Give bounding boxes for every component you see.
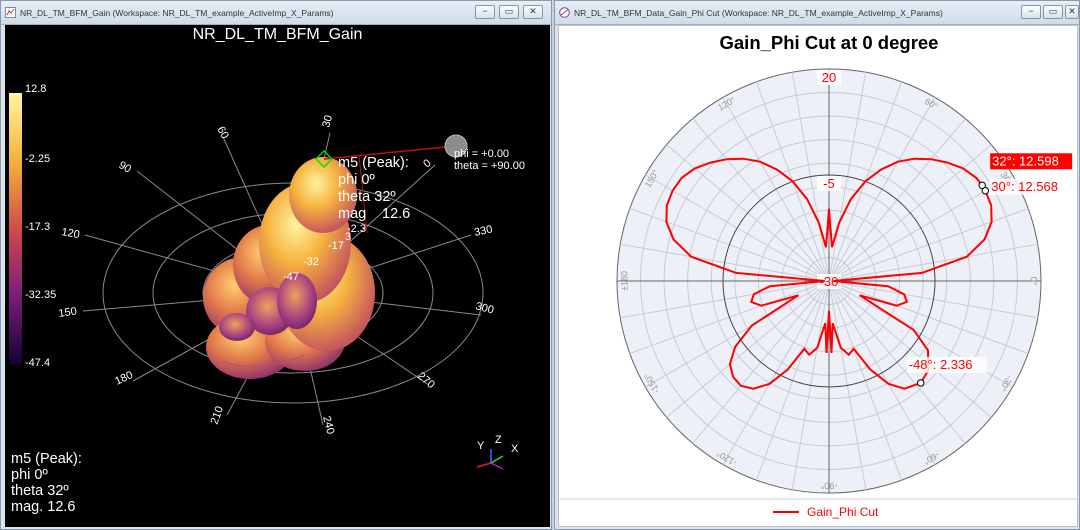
phi-label: 30	[320, 114, 335, 129]
radial-label: -47	[283, 271, 299, 283]
close-button[interactable]: ✕	[1065, 5, 1079, 19]
radial-tick-label: 20	[822, 70, 836, 85]
phi-label: 180	[113, 369, 135, 388]
window-titlebar[interactable]: NR_DL_TM_BFM_Gain (Workspace: NR_DL_TM_e…	[1, 1, 551, 25]
marker-bubble-line: 12.6	[382, 206, 410, 222]
marker-readout-line: theta 32º	[11, 483, 69, 499]
window-title: NR_DL_TM_BFM_Gain (Workspace: NR_DL_TM_e…	[20, 8, 334, 18]
app-icon	[5, 7, 16, 18]
3d-scene[interactable]: 12.8 -2.25 -17.3 -32.35 -47.4 30 60 90 1…	[5, 25, 550, 527]
minimize-button[interactable]: −	[1021, 5, 1041, 19]
window-titlebar[interactable]: NR_DL_TM_BFM_Data_Gain_Phi Cut (Workspac…	[555, 1, 1079, 25]
3d-plot-canvas[interactable]: NR_DL_TM_BFM_Gain 12.8 -2.25 -17.3 -32.3…	[5, 25, 550, 527]
phi-label: 90	[117, 159, 134, 176]
marker-readout-line: phi 0º	[11, 467, 48, 483]
phi-label: 270	[415, 370, 437, 391]
polar-plot-canvas[interactable]: Gain_Phi Cut at 0 degree 0°30°60°90°120°…	[558, 25, 1078, 527]
close-button[interactable]: ✕	[523, 5, 543, 19]
gain-3d-window[interactable]: NR_DL_TM_BFM_Gain (Workspace: NR_DL_TM_e…	[0, 0, 552, 530]
colorbar-label: -32.35	[25, 289, 56, 301]
colorbar	[9, 93, 22, 365]
polar-chart-icon	[559, 7, 570, 18]
colorbar-label: -2.25	[25, 153, 50, 165]
marker-point[interactable]	[981, 187, 990, 195]
window-title: NR_DL_TM_BFM_Data_Gain_Phi Cut (Workspac…	[574, 8, 943, 18]
angle-tick-label: 0°	[1029, 277, 1039, 286]
probe-readout: phi = +0.00	[454, 148, 509, 160]
marker-label: -48°: 2.336	[909, 357, 973, 372]
marker-label: 30°: 12.568	[991, 179, 1058, 194]
marker-readout-line: m5 (Peak):	[11, 451, 82, 467]
angle-tick-label: ±180	[619, 271, 629, 291]
phi-label: 210	[209, 405, 227, 426]
probe-readout: theta = +90.00	[454, 160, 525, 172]
radial-label: -32	[303, 256, 319, 268]
colorbar-label: 12.8	[25, 83, 46, 95]
marker-readout-line: mag. 12.6	[11, 499, 76, 515]
axis-label: Y	[477, 440, 485, 452]
marker-bubble-line: m5 (Peak):	[338, 155, 409, 171]
phi-label: 150	[58, 306, 78, 320]
phi-label: 120	[60, 226, 80, 241]
radial-label: -2.3	[347, 223, 366, 235]
axis-triad-icon: Y Z X	[476, 434, 519, 470]
legend-label: Gain_Phi Cut	[807, 505, 879, 519]
marker-bubble-line: phi 0º	[338, 172, 375, 188]
marker-point[interactable]	[917, 379, 925, 387]
angle-tick-label: -90°	[820, 481, 837, 491]
colorbar-label: -47.4	[25, 357, 50, 369]
restore-button[interactable]: ▭	[499, 5, 519, 19]
axis-label: Z	[495, 434, 502, 446]
colorbar-label: -17.3	[25, 221, 50, 233]
phi-label: 330	[473, 223, 493, 239]
chart-title: Gain_Phi Cut at 0 degree	[720, 32, 939, 53]
restore-button[interactable]: ▭	[1043, 5, 1063, 19]
radial-label: -17	[328, 240, 344, 252]
marker-label: 32°: 12.598	[992, 153, 1059, 168]
marker-bubble-line: theta 32º	[338, 189, 396, 205]
radial-tick-label: -5	[823, 176, 835, 191]
marker-bubble-line: mag	[338, 206, 366, 222]
phi-label: 60	[214, 125, 231, 142]
polar-chart[interactable]: Gain_Phi Cut at 0 degree 0°30°60°90°120°…	[559, 26, 1078, 527]
minimize-button[interactable]: −	[475, 5, 495, 19]
axis-label: X	[511, 443, 519, 455]
phi-label: 240	[320, 415, 336, 436]
phi-cut-window[interactable]: NR_DL_TM_BFM_Data_Gain_Phi Cut (Workspac…	[554, 0, 1080, 530]
